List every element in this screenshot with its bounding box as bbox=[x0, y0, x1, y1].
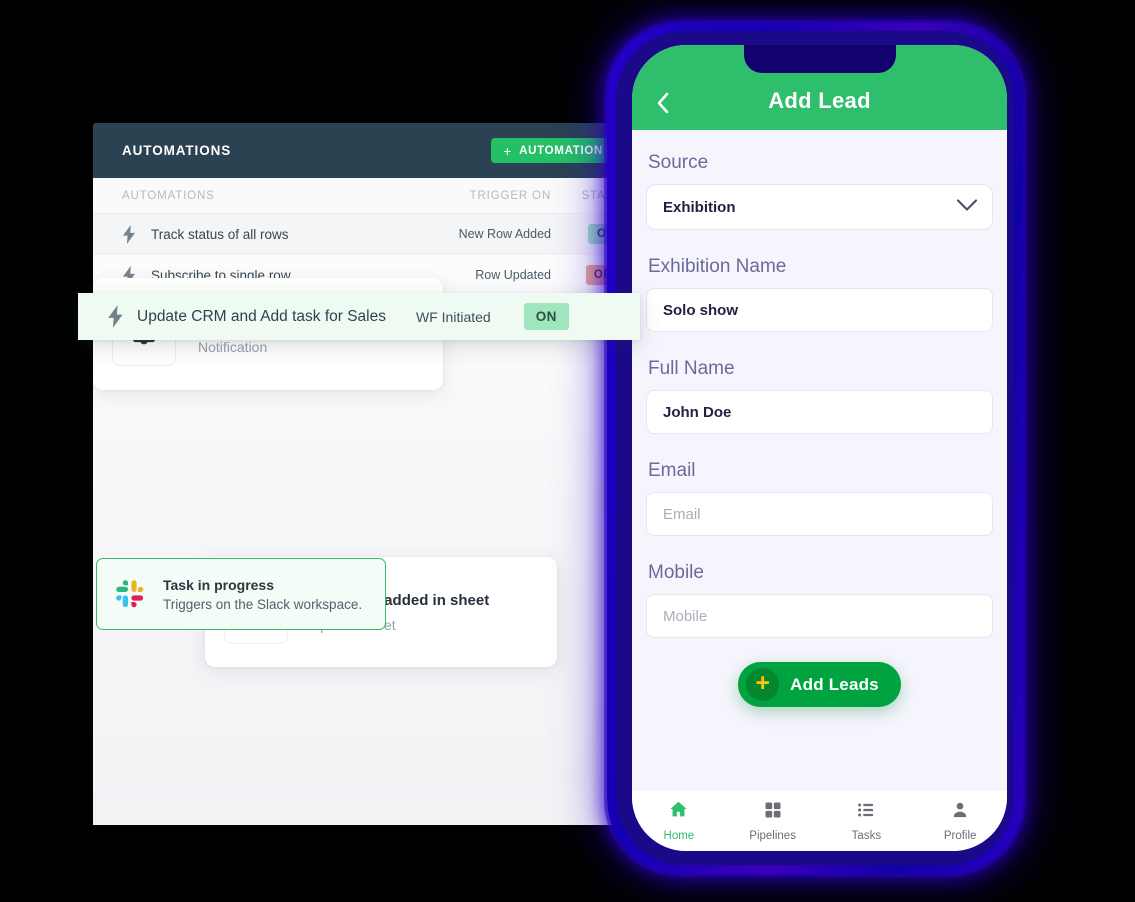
phone-notch bbox=[743, 45, 896, 73]
email-label: Email bbox=[648, 460, 696, 481]
table-row[interactable]: Track status of all rows New Row Added O… bbox=[93, 214, 643, 255]
highlighted-automation-row[interactable]: Update CRM and Add task for Sales WF Ini… bbox=[78, 293, 640, 340]
automation-trigger: New Row Added bbox=[458, 227, 551, 241]
source-value: Exhibition bbox=[663, 198, 736, 216]
grid-icon bbox=[763, 800, 783, 825]
tab-label: Home bbox=[663, 830, 695, 842]
card-title: Task in progress bbox=[163, 576, 275, 593]
automation-trigger: WF Initiated bbox=[416, 308, 491, 325]
exhibition-name-input[interactable]: Solo show bbox=[646, 288, 993, 332]
submit-row: + Add Leads bbox=[646, 662, 993, 707]
add-lead-form: Source Exhibition Exhibition Name Solo s… bbox=[632, 130, 1007, 789]
mobile-input[interactable]: Mobile bbox=[646, 594, 993, 638]
field-email: Email Email bbox=[646, 460, 993, 536]
full-name-input[interactable]: John Doe bbox=[646, 390, 993, 434]
tab-label: Pipelines bbox=[749, 829, 796, 842]
bolt-icon bbox=[122, 224, 146, 244]
tab-tasks[interactable]: Tasks bbox=[820, 800, 914, 842]
automation-name: Update CRM and Add task for Sales bbox=[137, 307, 386, 325]
automations-panel: AUTOMATIONS + AUTOMATION AUTOMATIONS TRI… bbox=[93, 123, 643, 825]
card-subtitle: Triggers on the Slack workspace. bbox=[163, 596, 363, 612]
chevron-left-icon[interactable] bbox=[650, 90, 676, 116]
page-title: AUTOMATIONS bbox=[122, 143, 232, 158]
card-task-in-progress[interactable]: Task in progress Triggers on the Slack w… bbox=[96, 558, 386, 630]
plus-icon: + bbox=[503, 142, 513, 159]
phone-screen: Add Lead Source Exhibition Exhibition Na… bbox=[632, 45, 1007, 851]
list-icon bbox=[856, 800, 876, 825]
status-badge[interactable]: ON bbox=[523, 303, 569, 330]
email-placeholder: Email bbox=[663, 505, 701, 523]
mobile-label: Mobile bbox=[648, 562, 704, 583]
app-title: Add Lead bbox=[768, 88, 871, 113]
source-label: Source bbox=[648, 152, 709, 173]
slack-card-text: Task in progress Triggers on the Slack w… bbox=[163, 577, 362, 612]
card-subtitle: Notification bbox=[198, 338, 268, 355]
bottom-tab-bar: Home Pipelines Tasks Profile bbox=[632, 789, 1007, 851]
add-automation-button[interactable]: + AUTOMATION bbox=[491, 138, 615, 163]
automation-name: Track status of all rows bbox=[151, 226, 289, 242]
column-header-automations: AUTOMATIONS bbox=[122, 189, 215, 202]
field-full-name: Full Name John Doe bbox=[646, 358, 993, 434]
tab-pipelines[interactable]: Pipelines bbox=[726, 800, 820, 842]
add-automation-label: AUTOMATION bbox=[519, 144, 603, 157]
table-header-row: AUTOMATIONS TRIGGER ON STATUS bbox=[93, 178, 643, 214]
tab-label: Tasks bbox=[851, 829, 882, 842]
exhibition-name-value: Solo show bbox=[663, 301, 738, 319]
chevron-down-icon bbox=[956, 199, 978, 216]
add-leads-button[interactable]: + Add Leads bbox=[738, 662, 901, 707]
plus-icon: + bbox=[746, 668, 780, 701]
column-header-trigger-on: TRIGGER ON bbox=[469, 189, 551, 202]
field-source: Source Exhibition bbox=[646, 152, 993, 230]
bolt-icon bbox=[107, 305, 131, 328]
add-leads-label: Add Leads bbox=[790, 674, 879, 694]
mobile-placeholder: Mobile bbox=[663, 607, 708, 625]
source-select[interactable]: Exhibition bbox=[646, 184, 993, 230]
home-icon bbox=[668, 799, 689, 825]
field-exhibition-name: Exhibition Name Solo show bbox=[646, 256, 993, 332]
screenshot-root: AUTOMATIONS + AUTOMATION AUTOMATIONS TRI… bbox=[0, 0, 1135, 902]
slack-logo-icon bbox=[115, 579, 145, 609]
status-cell: ON bbox=[523, 303, 569, 330]
full-name-value: John Doe bbox=[663, 403, 732, 421]
tab-label: Profile bbox=[943, 829, 977, 842]
exhibition-name-label: Exhibition Name bbox=[648, 256, 787, 277]
panel-header: AUTOMATIONS + AUTOMATION bbox=[93, 123, 643, 178]
email-input[interactable]: Email bbox=[646, 492, 993, 536]
full-name-label: Full Name bbox=[648, 358, 735, 379]
field-mobile: Mobile Mobile bbox=[646, 562, 993, 638]
person-icon bbox=[950, 800, 970, 825]
